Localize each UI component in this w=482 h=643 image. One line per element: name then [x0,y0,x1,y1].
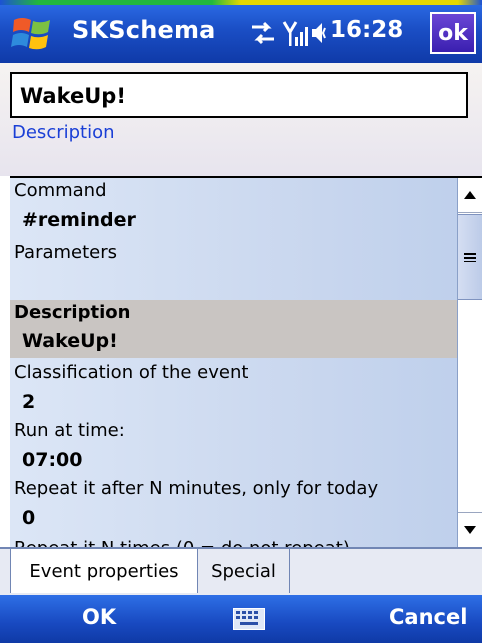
property-label: Classification of the event [14,362,249,383]
property-description[interactable]: Description WakeUp! [10,300,457,358]
property-label: Parameters [14,242,118,263]
title-bar: SKSchema 16:28 ok [0,0,482,63]
property-command[interactable]: Command #reminder [10,178,457,238]
windows-start-icon[interactable] [10,14,56,54]
event-name-field[interactable]: WakeUp! [10,72,468,118]
title-bar-accent [0,0,482,5]
app-title: SKSchema [72,16,216,44]
arrow-down-icon [464,526,476,534]
clock[interactable]: 16:28 [330,17,403,43]
property-value: 2 [22,391,36,413]
scroll-thumb[interactable] [458,214,482,300]
property-label: Description [14,302,131,323]
property-label: Repeat it N times (0 = do not repeat) [14,538,350,547]
ok-softkey[interactable]: OK [82,605,116,629]
cancel-softkey[interactable]: Cancel [389,605,467,629]
scroll-up-button[interactable] [458,178,482,213]
softkey-bar: OK Cancel [0,595,482,643]
property-list-area: Command #reminder Parameters Description… [10,176,482,547]
scroll-down-button[interactable] [458,512,482,547]
connectivity-icon[interactable] [248,18,278,48]
signal-icon[interactable] [282,18,308,48]
vertical-scrollbar[interactable] [457,178,482,547]
property-value: 07:00 [22,449,83,471]
property-label: Command [14,180,107,201]
ok-button[interactable]: ok [430,12,476,54]
property-label: Repeat it after N minutes, only for toda… [14,478,379,499]
property-run-at-time[interactable]: Run at time: 07:00 [10,418,457,476]
property-parameters[interactable]: Parameters [10,240,457,300]
description-link[interactable]: Description [12,122,115,143]
grip-icon [464,253,476,262]
property-list: Command #reminder Parameters Description… [10,178,457,547]
property-label: Run at time: [14,420,125,441]
property-repeat-minutes[interactable]: Repeat it after N minutes, only for toda… [10,476,457,534]
property-value: #reminder [22,209,136,231]
tab-event-properties[interactable]: Event properties [10,549,198,593]
property-value: WakeUp! [22,330,118,352]
keyboard-icon[interactable] [233,608,265,630]
arrow-up-icon [464,191,476,199]
tab-strip: Event properties Special [0,547,482,595]
property-repeat-times[interactable]: Repeat it N times (0 = do not repeat) [10,536,457,547]
property-value: 0 [22,507,36,529]
header-panel: WakeUp! Description [0,63,482,176]
volume-icon[interactable] [310,18,328,48]
tab-special[interactable]: Special [198,549,290,593]
property-classification[interactable]: Classification of the event 2 [10,360,457,418]
